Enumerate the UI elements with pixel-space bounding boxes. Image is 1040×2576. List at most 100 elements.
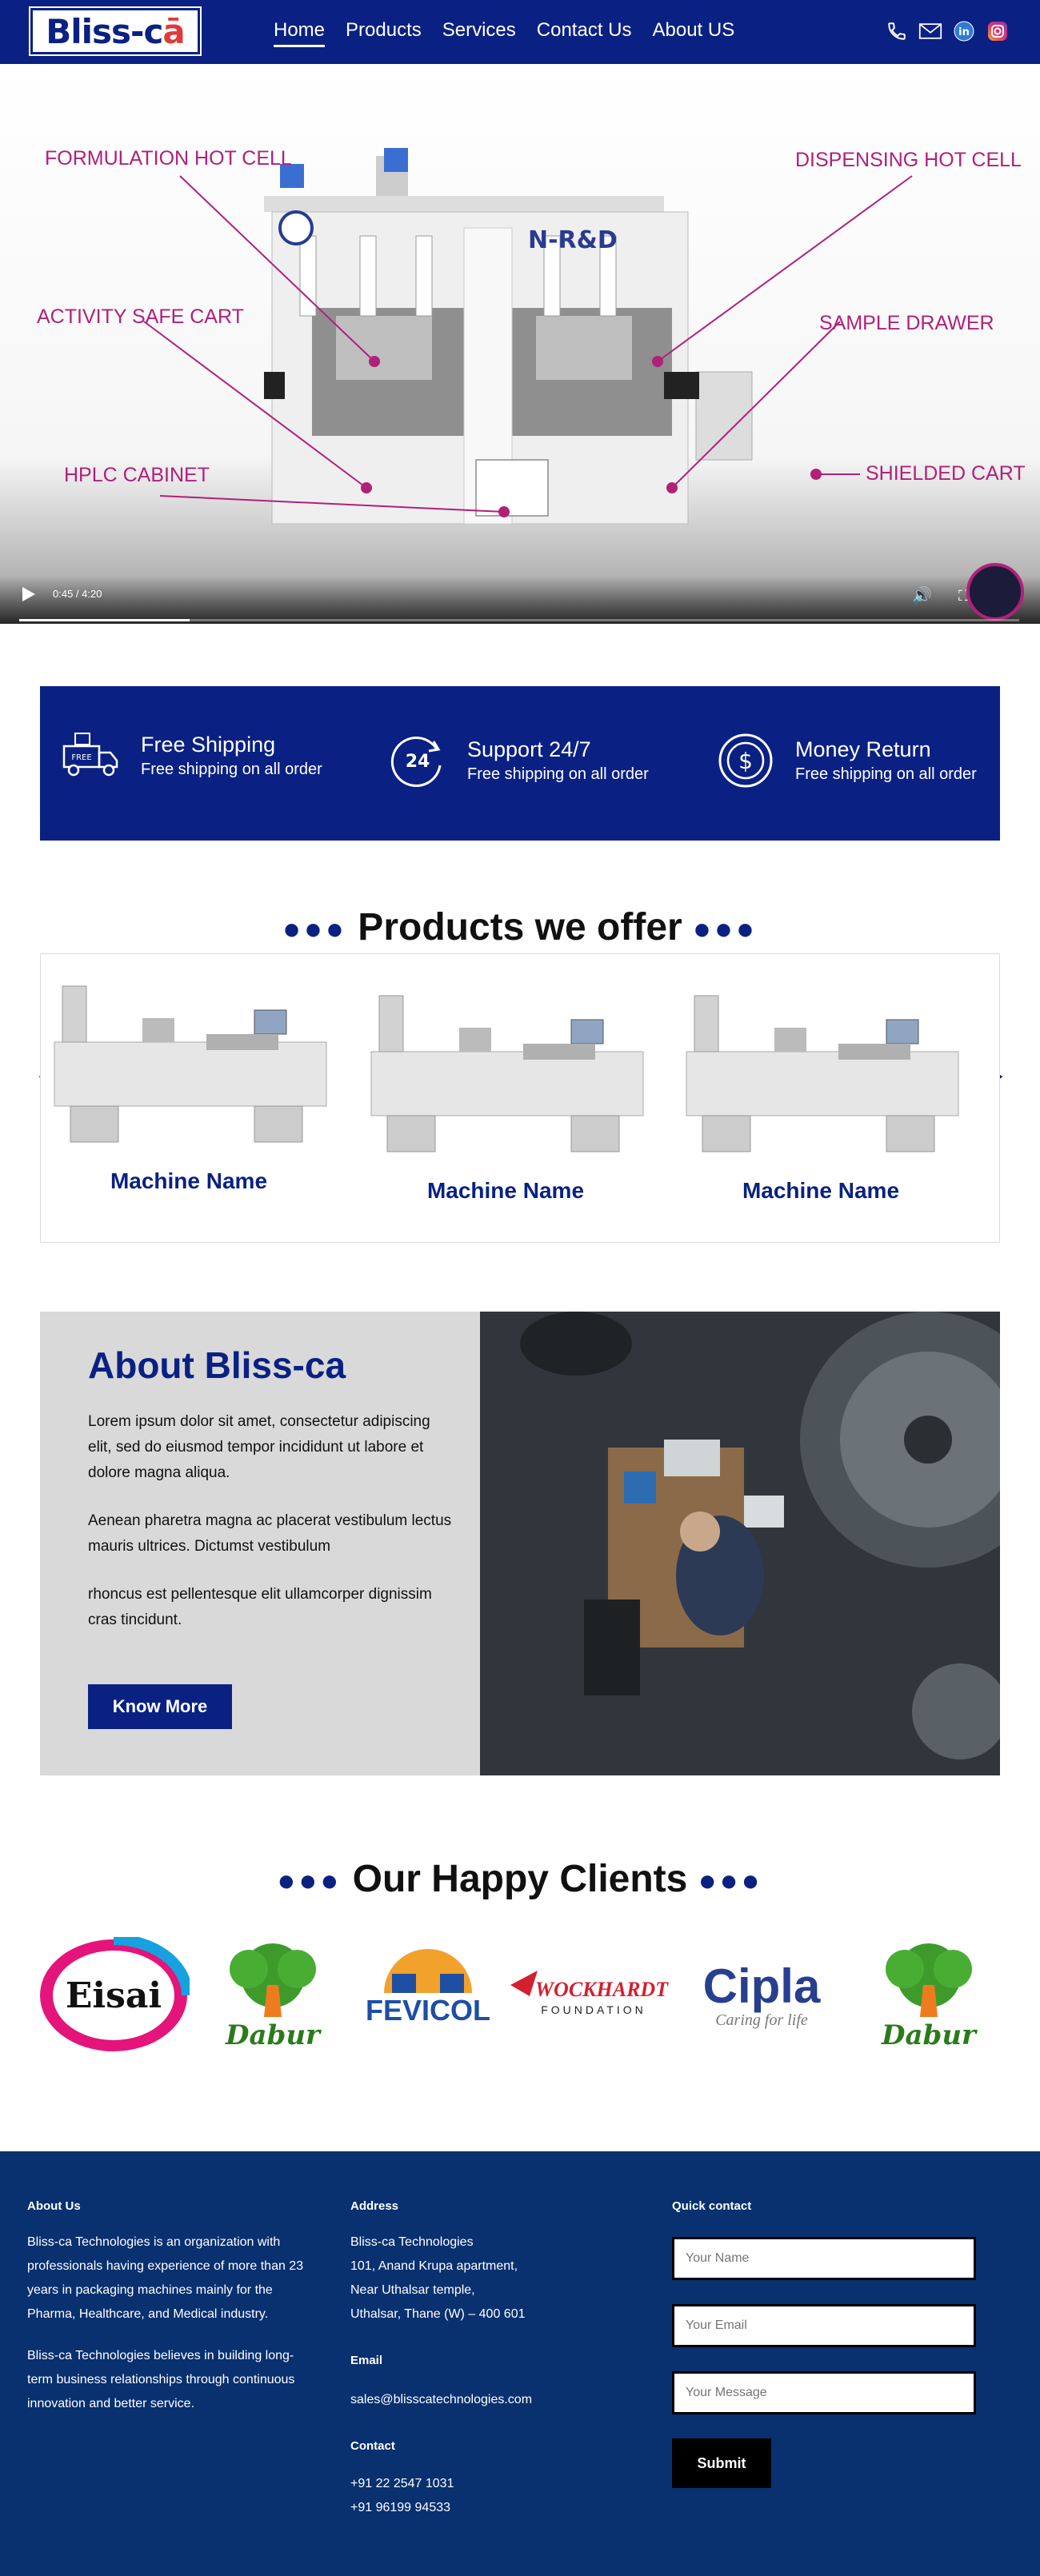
client-logo-cipla: Cipla Caring for life [690,1935,837,2055]
about-section: About Bliss-ca Lorem ipsum dolor sit ame… [40,1312,1000,1775]
svg-text:in: in [958,26,970,38]
feature-title: Support 24/7 [467,737,591,761]
about-paragraph: Aenean pharetra magna ac placerat vestib… [88,1512,452,1555]
nav-item-services[interactable]: Services [442,19,516,47]
clients-heading: ●●● Our Happy Clients ●●● [0,1857,1040,1901]
truck-icon: FREE [62,733,118,777]
svg-text:$: $ [738,748,753,774]
phone-number[interactable]: +91 96199 94533 [350,2496,622,2520]
name-input[interactable] [672,2237,976,2280]
nav-item-home[interactable]: Home [274,19,326,47]
phone-icon[interactable] [885,19,909,43]
product-card[interactable]: Machine Name [41,978,337,1194]
nav-item-about[interactable]: About US [653,19,735,47]
footer-heading: Quick contact [672,2199,752,2213]
machine-image [370,995,644,1152]
nav-item-products[interactable]: Products [346,19,422,47]
product-name: Machine Name [426,1178,585,1203]
footer-heading: Contact [350,2439,395,2453]
feature-title: Free Shipping [141,733,276,757]
client-logo-eisai: Eisai [37,1935,190,2055]
callout-activity-safe-cart: ACTIVITY SAFE CART [37,306,244,328]
dots-decoration: ●●● [277,1863,342,1898]
support-24-icon: 24 [390,737,442,787]
svg-text:24: 24 [406,752,430,772]
machine-image [54,985,327,1143]
client-logo-wockhardt: WOCKHARDT FOUNDATION [506,1935,678,2055]
about-paragraph: rhoncus est pellentesque elit ullamcorpe… [88,1586,432,1628]
logo-text: Cipla [703,1959,821,2013]
chat-widget-icon[interactable] [966,563,1024,621]
products-heading: ●●● Products we offer ●●● [0,905,1040,949]
logo-text: FEVICOL [366,1994,490,2027]
main-menu: Home Products Services Contact Us About … [274,19,755,47]
video-controls [0,576,1040,624]
phone-list: +91 22 2547 1031 +91 96199 94533 [350,2472,622,2520]
product-card[interactable]: Machine Name [358,988,654,1204]
feature-support: 24 Support 24/7 Free shipping on all orde… [387,730,649,791]
logo-text: Bliss-c [46,11,163,51]
footer-address: Address Bliss-ca Technologies 101, Anand… [350,2199,622,2520]
client-logo-dabur: Dabur [861,1935,997,2055]
phone-number[interactable]: +91 22 2547 1031 [350,2472,622,2496]
clients-title: Our Happy Clients [352,1858,688,1900]
logo-subtext: FOUNDATION [541,2003,646,2016]
instagram-icon[interactable] [986,19,1010,43]
footer-email-link[interactable]: sales@blisscatechnologies.com [350,2388,622,2412]
volume-icon[interactable]: 🔊 [912,585,932,605]
footer-text: Bliss-ca Technologies is an organization… [27,2235,304,2321]
email-input[interactable] [672,2304,976,2347]
callout-dispensing-hot-cell: DISPENSING HOT CELL [795,149,1022,171]
about-paragraph: Lorem ipsum dolor sit amet, consectetur … [88,1413,430,1481]
feature-subtitle: Free shipping on all order [141,761,322,778]
linkedin-icon[interactable]: in [952,19,976,43]
address-block: Bliss-ca Technologies 101, Anand Krupa a… [350,2231,622,2326]
svg-text:FREE: FREE [71,753,91,762]
submit-button[interactable]: Submit [672,2438,771,2488]
top-navbar: Bliss-cā Home Products Services Contact … [0,0,1040,64]
brand-logo[interactable]: Bliss-cā [29,6,202,56]
dots-decoration: ●●● [698,1863,763,1898]
products-title: Products we offer [358,906,682,949]
video-time: 0:45 / 4:20 [53,588,102,600]
product-name: Machine Name [742,1178,900,1203]
about-text-block: About Bliss-ca Lorem ipsum dolor sit ame… [88,1344,456,1633]
callout-formulation-hot-cell: FORMULATION HOT CELL [45,147,292,170]
feature-free-shipping: FREE Free Shipping Free shipping on all o… [61,730,322,781]
mail-icon[interactable] [918,19,942,43]
play-icon[interactable] [22,587,35,601]
workshop-photo [480,1312,1000,1775]
nav-item-contact[interactable]: Contact Us [537,19,632,47]
social-icons: in [885,19,1010,43]
features-banner: FREE Free Shipping Free shipping on all o… [40,686,1000,841]
dots-decoration: ●●● [693,912,758,946]
products-carousel: Machine Name Machine Name Machine Name [40,953,1000,1243]
money-return-icon: $ [718,733,773,788]
footer-heading: Email [350,2354,383,2367]
machine-image [686,995,959,1152]
feature-money-return: $ Money Return Free shipping on all order [715,730,977,791]
product-card[interactable]: Machine Name [673,988,969,1204]
message-input[interactable] [672,2371,976,2414]
logo-text: Eisai [66,1975,162,2016]
logo-subtext: Caring for life [715,2011,808,2029]
dots-decoration: ●●● [282,912,347,946]
client-logo-fevicol: FEVICOL [360,1935,496,2055]
logo-text: Dabur [881,2019,978,2051]
video-progress-bar[interactable] [19,619,1019,621]
product-name: Machine Name [110,1168,268,1193]
logo-accent: ā [162,11,185,51]
about-title: About Bliss-ca [88,1344,346,1386]
footer-about: About Us Bliss-ca Technologies is an org… [27,2199,315,2416]
footer-text: Bliss-ca Technologies believes in buildi… [27,2349,295,2410]
address-line: 101, Anand Krupa apartment, [350,2259,518,2273]
client-logo-dabur: Dabur [205,1935,341,2055]
hero-video[interactable]: N-R&D FORMULATION HOT CELL DISPENSING HO… [0,64,1040,624]
address-line: Bliss-ca Technologies [350,2235,474,2249]
callout-shielded-cart: SHIELDED CART [866,462,1026,485]
video-progress-fill [19,619,190,621]
footer-heading: About Us [27,2199,81,2213]
know-more-button[interactable]: Know More [88,1684,232,1729]
feature-subtitle: Free shipping on all order [795,765,977,783]
footer-heading: Address [350,2199,399,2213]
